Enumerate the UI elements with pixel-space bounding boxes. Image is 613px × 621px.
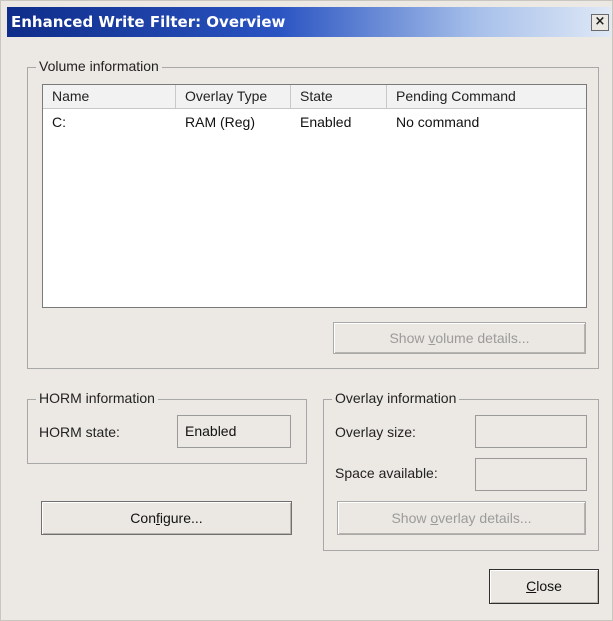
volume-list-header: Name Overlay Type State Pending Command (43, 85, 586, 109)
volume-group-label: Volume information (36, 58, 162, 74)
overlay-size-label: Overlay size: (335, 424, 416, 440)
column-header-name[interactable]: Name (43, 85, 176, 108)
close-window-button[interactable]: × (591, 14, 609, 31)
column-header-state[interactable]: State (291, 85, 387, 108)
configure-label-pre: Con (130, 510, 156, 526)
column-header-overlay-type[interactable]: Overlay Type (176, 85, 291, 108)
cell-state: Enabled (300, 114, 352, 130)
cell-pending-command: No command (396, 114, 480, 130)
horm-state-value: Enabled (185, 423, 237, 439)
close-icon: × (594, 14, 606, 29)
window-title: Enhanced Write Filter: Overview (11, 13, 286, 31)
volume-list[interactable]: Name Overlay Type State Pending Command … (42, 84, 587, 308)
horm-state-field: Enabled (177, 415, 291, 448)
show-volume-details-label-pre: Show (389, 330, 429, 346)
cell-overlay-type: RAM (Reg) (185, 114, 256, 130)
show-overlay-details-button[interactable]: Show overlay details... (337, 501, 586, 535)
space-available-field (475, 458, 587, 491)
space-available-label: Space available: (335, 465, 438, 481)
show-volume-details-button[interactable]: Show volume details... (333, 322, 586, 354)
show-overlay-details-label-pre: Show (391, 510, 431, 526)
show-overlay-details-label-accel: o (430, 510, 439, 526)
close-button[interactable]: Close (489, 569, 599, 604)
overlay-group-label: Overlay information (332, 390, 460, 406)
horm-group-label: HORM information (36, 390, 158, 406)
show-volume-details-label-post: olume details... (435, 330, 530, 346)
overlay-size-field (475, 415, 587, 448)
horm-state-label: HORM state: (39, 424, 120, 440)
cell-name: C: (52, 114, 66, 130)
table-row[interactable]: C: RAM (Reg) Enabled No command (43, 110, 586, 134)
show-overlay-details-label-post: verlay details... (438, 510, 532, 526)
configure-label-post: igure... (159, 510, 203, 526)
column-header-pending-command[interactable]: Pending Command (387, 85, 586, 108)
configure-button[interactable]: Configure... (41, 501, 292, 535)
close-label-accel: C (526, 578, 537, 594)
ewf-overview-dialog: Enhanced Write Filter: Overview × Volume… (0, 0, 613, 621)
close-label-post: lose (536, 578, 562, 594)
title-bar[interactable]: Enhanced Write Filter: Overview × (7, 7, 611, 37)
